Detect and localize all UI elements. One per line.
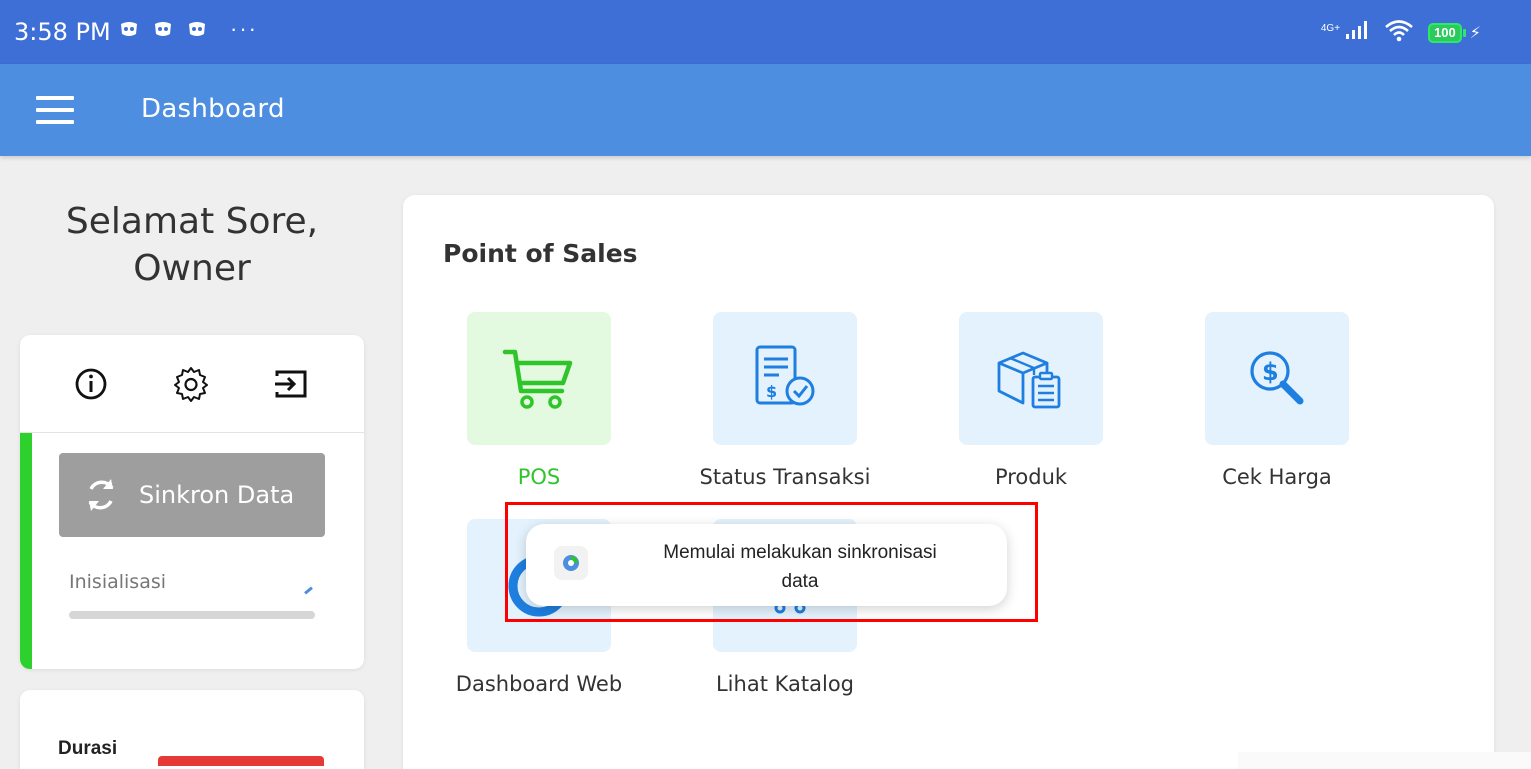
duration-label: Durasi	[58, 738, 118, 759]
wifi-icon	[1384, 18, 1414, 47]
toast-message-line: Memulai melakukan sinkronisasi	[663, 542, 937, 563]
svg-text:$: $	[766, 382, 777, 401]
sync-data-label: Sinkron Data	[139, 481, 295, 509]
notification-icons	[118, 20, 208, 40]
point-of-sales-card: Point of Sales POS $ Status Transaksi Pr…	[403, 195, 1494, 769]
app-bar: Dashboard	[0, 64, 1531, 156]
section-title: Point of Sales	[443, 239, 638, 268]
system-icons: 4G+ 100 ⚡	[1321, 18, 1481, 47]
status-time: 3:58 PM	[14, 18, 111, 46]
product-box-icon	[997, 351, 1061, 408]
sidebar-tools	[20, 335, 364, 433]
page-title: Dashboard	[141, 94, 285, 124]
duration-badge	[158, 756, 324, 766]
sync-data-button[interactable]: Sinkron Data	[59, 453, 325, 537]
tile-label: Status Transaksi	[699, 465, 871, 489]
toast-notification: Memulai melakukan sinkronisasi data	[526, 524, 1007, 606]
sidebar-card: Sinkron Data Inisialisasi	[20, 335, 364, 669]
cart-icon	[502, 349, 573, 409]
signal-icon	[1344, 20, 1370, 45]
tile-label: Dashboard Web	[455, 672, 623, 696]
transaction-status-icon: $	[755, 345, 815, 405]
logout-icon[interactable]	[272, 365, 310, 403]
tile-status-transaksi[interactable]: $ Status Transaksi	[685, 312, 885, 489]
battery-icon: 100 ⚡	[1428, 22, 1481, 43]
greeting-user: Owner	[133, 248, 251, 289]
tile-label: POS	[517, 465, 561, 489]
toast-message-line: data	[781, 571, 819, 592]
price-check-icon: $	[1250, 350, 1304, 404]
battery-level: 100	[1428, 22, 1462, 43]
tile-label: Produk	[994, 465, 1068, 489]
tile-produk[interactable]: Produk	[931, 312, 1131, 489]
status-bar: 3:58 PM ··· 4G+ 100 ⚡	[0, 0, 1531, 64]
loading-indicator	[304, 586, 313, 595]
notification-app-icon	[186, 20, 208, 40]
sync-icon	[88, 479, 114, 511]
notification-app-icon	[118, 20, 140, 40]
app-logo-icon	[554, 546, 588, 580]
toast-message: Memulai melakukan sinkronisasi data	[626, 538, 974, 596]
tile-label: Lihat Katalog	[715, 672, 854, 696]
hamburger-menu-icon[interactable]	[36, 96, 74, 124]
info-icon[interactable]	[72, 365, 110, 403]
init-progress-bar	[69, 611, 315, 619]
network-type-label: 4G+	[1320, 22, 1341, 34]
notification-app-icon	[152, 20, 174, 40]
tile-pos[interactable]: POS	[439, 312, 639, 489]
gear-icon[interactable]	[172, 365, 210, 403]
greeting: Selamat Sore, Owner	[20, 198, 364, 292]
svg-text:$: $	[1262, 358, 1279, 386]
greeting-line: Selamat Sore,	[65, 201, 319, 242]
tile-label: Cek Harga	[1222, 465, 1332, 489]
charging-icon: ⚡	[1469, 24, 1481, 42]
corner-overlay	[1238, 752, 1531, 769]
sync-panel: Sinkron Data Inisialisasi	[20, 433, 364, 669]
duration-card: Durasi	[20, 690, 364, 769]
tile-cek-harga[interactable]: $ Cek Harga	[1177, 312, 1377, 489]
more-notifications-icon: ···	[230, 16, 258, 41]
init-status-label: Inisialisasi	[69, 571, 167, 593]
